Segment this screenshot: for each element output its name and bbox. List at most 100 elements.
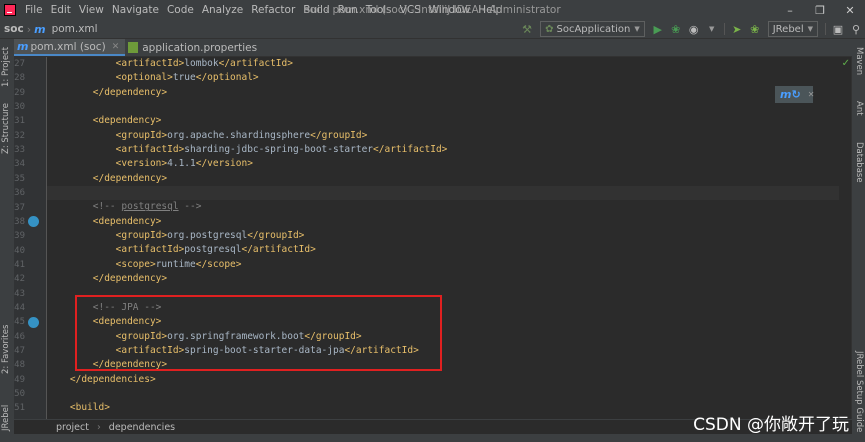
code-line[interactable]: </dependencies> [47,373,839,387]
code-token: <groupId> [115,129,168,141]
menu-code[interactable]: Code [163,0,198,20]
code-line[interactable]: </dependency> [47,272,839,286]
code-line[interactable]: <!-- postgresql --> [47,200,839,214]
code-token: </dependency> [92,86,168,98]
code-line[interactable]: <dependency> [47,215,839,229]
search-icon[interactable]: ⚲ [848,21,864,37]
menu-refactor[interactable]: Refactor [247,0,299,20]
toolbar-separator [825,23,826,35]
line-number: 40 [14,245,25,256]
debug-icon[interactable]: ❀ [668,21,684,37]
run-icon[interactable]: ▶ [650,21,666,37]
run-config-select[interactable]: ✿ SocApplication ▼ [540,21,645,37]
maven-file-icon: m [17,40,29,53]
menu-file[interactable]: File [21,0,47,20]
jrebel-config-select[interactable]: JRebel ▼ [767,21,818,37]
navigation-bar: soc › m pom.xml ⚒ ✿ SocApplication ▼ ▶ ❀… [0,20,865,39]
code-line[interactable]: <artifactId>sharding-jdbc-spring-boot-st… [47,143,839,157]
line-number: 27 [14,59,25,69]
inspection-ok-icon: ✓ [841,58,850,69]
properties-file-icon [128,42,139,53]
code-line[interactable]: <version>4.1.1</version> [47,157,839,171]
code-token: <!-- [92,201,122,213]
tool-window-maven[interactable]: Maven [854,47,864,75]
line-number: 32 [14,130,25,141]
menu-navigate[interactable]: Navigate [108,0,163,20]
maven-reload-popup[interactable]: m↻ ✕ [775,86,815,103]
close-icon[interactable]: ✕ [835,0,865,20]
code-token: <optional> [115,72,173,84]
toolbar-separator [723,23,725,35]
menu-analyze[interactable]: Analyze [198,0,247,20]
restore-icon[interactable]: ❐ [805,0,835,20]
code-token: postgresql [121,201,179,213]
tool-window-structure[interactable]: Z: Structure [1,103,11,154]
tab-pom-xml[interactable]: m pom.xml (soc) ✕ [14,39,126,56]
code-line[interactable]: <groupId>org.apache.shardingsphere</grou… [47,129,839,143]
menu-vcs[interactable]: VCS [396,0,425,20]
close-icon[interactable]: ✕ [808,90,815,99]
dependency-gutter-icon[interactable] [28,316,39,328]
profile-icon[interactable]: ▼ [704,21,720,37]
code-token: </groupId> [247,230,305,242]
code-token: </artifactId> [218,58,293,69]
coverage-icon[interactable]: ◉ [686,21,702,37]
window-controls: – ❐ ✕ [775,0,865,20]
tool-window-project[interactable]: 1: Project [1,47,11,87]
menu-tools[interactable]: Tools [362,0,396,20]
code-token: </optional> [195,72,259,84]
line-number: 34 [14,159,25,170]
menu-window[interactable]: Window [425,0,474,20]
nav-project[interactable]: soc [0,23,27,35]
line-number: 42 [14,274,25,285]
tool-window-jrebel[interactable]: JRebel [1,405,11,431]
code-line[interactable]: <artifactId>postgresql</artifactId> [47,243,839,257]
breadcrumb-item[interactable]: project [56,422,89,433]
maven-reload-icon[interactable]: m↻ [780,88,801,101]
nav-file[interactable]: pom.xml [48,23,101,35]
chevron-down-icon: ▼ [807,25,813,33]
editor-gutter[interactable]: 27 28 29 30 31 32 33 34 35 36 37 38 39 40 41 42 43 44 45 46… [14,57,47,419]
code-line[interactable]: <dependency> [47,114,839,128]
code-line[interactable]: </dependency> [47,86,839,100]
close-icon[interactable]: ✕ [112,42,120,52]
code-line[interactable]: <groupId>org.postgresql</groupId> [47,229,839,243]
jrebel-debug-icon[interactable]: ❀ [747,21,763,37]
menu-run[interactable]: Run [334,0,362,20]
menu-help[interactable]: Help [474,0,506,20]
tool-window-ant[interactable]: Ant [854,101,864,116]
menu-build[interactable]: Build [299,0,333,20]
code-line[interactable]: <artifactId>lombok</artifactId> [47,57,839,71]
tool-window-database[interactable]: Database [854,142,864,183]
code-token: </scope> [195,258,242,270]
dependency-gutter-icon[interactable] [28,216,39,228]
project-structure-icon[interactable]: ▣ [830,21,846,37]
build-hammer-icon[interactable]: ⚒ [519,21,535,37]
code-line[interactable] [47,100,839,114]
minimize-icon[interactable]: – [775,0,805,20]
breadcrumb-item[interactable]: dependencies [109,422,175,433]
code-line[interactable]: </dependency> [47,172,839,186]
tool-window-jrebel-setup[interactable]: JRebel Setup Guide [854,351,864,432]
code-token: <dependency> [92,115,162,127]
code-token: </artifactId> [373,144,448,156]
tool-window-favorites[interactable]: 2: Favorites [1,325,11,374]
jrebel-run-icon[interactable]: ➤ [729,21,745,37]
menu-view[interactable]: View [75,0,108,20]
code-line[interactable] [47,186,839,201]
code-line[interactable]: <scope>runtime</scope> [47,258,839,272]
line-number: 28 [14,73,25,84]
tab-application-properties[interactable]: application.properties [125,39,263,56]
code-line[interactable] [47,387,839,401]
code-line[interactable]: <optional>true</optional> [47,71,839,85]
code-token: </artifactId> [241,244,316,256]
code-token: <scope> [115,258,156,270]
menu-edit[interactable]: Edit [47,0,75,20]
line-number: 30 [14,102,25,113]
